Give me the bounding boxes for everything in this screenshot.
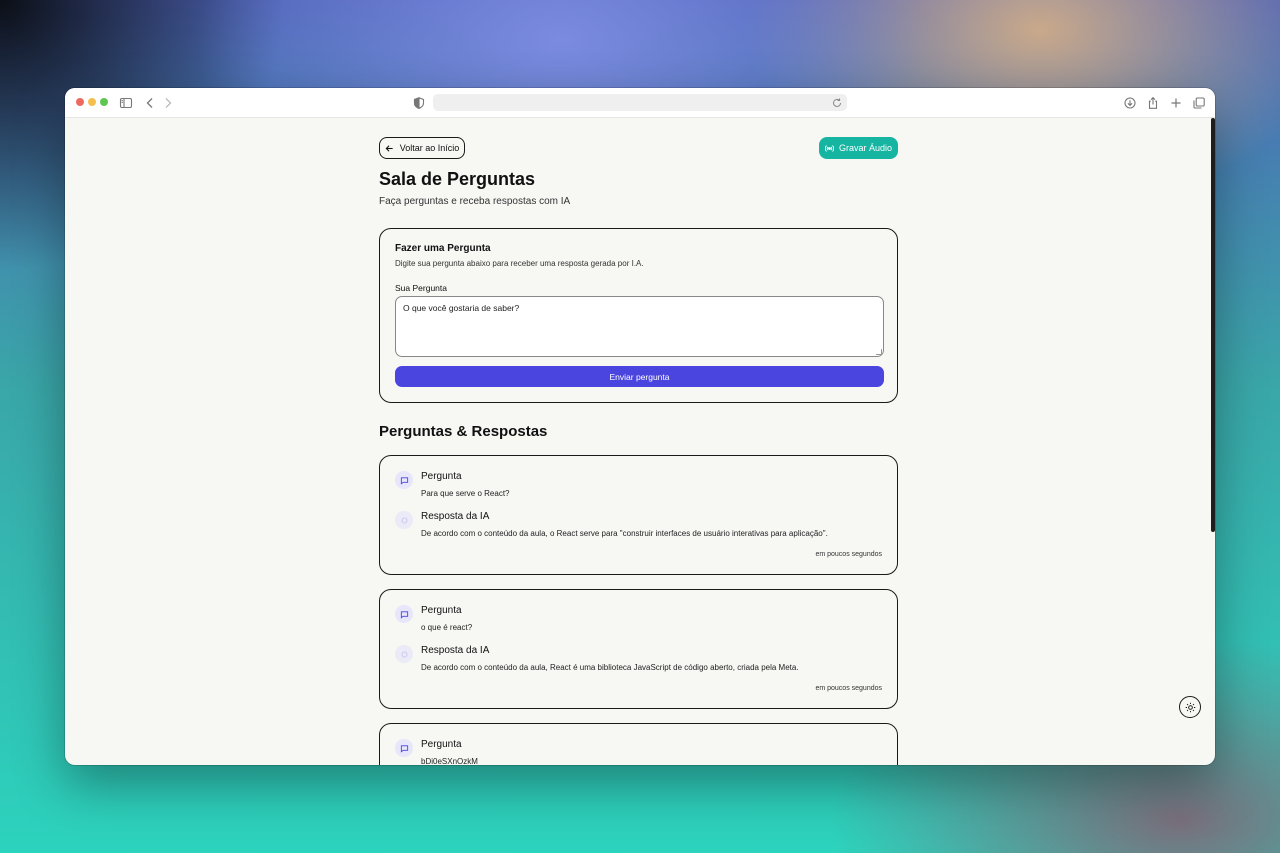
send-question-button[interactable]: Enviar pergunta	[395, 366, 884, 387]
close-window-button[interactable]	[76, 98, 84, 106]
textarea-resize-handle[interactable]	[876, 349, 882, 355]
browser-toolbar	[65, 88, 1215, 118]
reload-icon[interactable]	[831, 96, 843, 108]
qa-card: Pergunta Para que serve o React? Respost…	[379, 455, 898, 575]
ai-avatar-icon	[395, 511, 413, 529]
sun-icon	[1185, 702, 1195, 712]
arrow-left-icon	[385, 144, 393, 152]
message-square-icon	[395, 739, 413, 757]
ask-card-description: Digite sua pergunta abaixo para receber …	[395, 259, 644, 268]
back-to-home-button[interactable]: Voltar ao Início	[379, 137, 465, 159]
download-icon[interactable]	[1123, 96, 1137, 110]
message-square-icon	[395, 471, 413, 489]
sidebar-icon[interactable]	[119, 96, 133, 110]
answer-text: De acordo com o conteúdo da aula, React …	[421, 663, 799, 672]
page-content: Voltar ao Início Gravar Áudio Sala de Pe…	[65, 118, 1215, 765]
record-audio-label: Gravar Áudio	[838, 143, 893, 153]
browser-window: Voltar ao Início Gravar Áudio Sala de Pe…	[65, 88, 1215, 765]
question-text: bDi0eSXnOzkM	[421, 757, 478, 765]
answer-heading: Resposta da IA	[421, 511, 490, 522]
forward-icon[interactable]	[161, 96, 175, 110]
back-to-home-label: Voltar ao Início	[399, 143, 460, 153]
question-text: o que é react?	[421, 623, 473, 632]
theme-toggle-button[interactable]	[1179, 696, 1201, 718]
back-icon[interactable]	[143, 96, 157, 110]
radio-waves-icon	[824, 144, 834, 152]
privacy-shield-icon[interactable]	[412, 96, 426, 110]
qa-card: Pergunta bDi0eSXnOzkM	[379, 723, 898, 765]
qa-section-title: Perguntas & Respostas	[379, 423, 548, 440]
qa-card: Pergunta o que é react? Resposta da IA D…	[379, 589, 898, 709]
ask-question-card: Fazer uma Pergunta Digite sua pergunta a…	[379, 228, 898, 403]
record-audio-button[interactable]: Gravar Áudio	[819, 137, 898, 159]
page-title: Sala de Perguntas	[379, 169, 536, 189]
share-icon[interactable]	[1146, 96, 1160, 110]
ai-avatar-icon	[395, 645, 413, 663]
new-tab-icon[interactable]	[1169, 96, 1183, 110]
ask-card-title: Fazer uma Pergunta	[395, 243, 491, 254]
answer-heading: Resposta da IA	[421, 645, 490, 656]
answer-timestamp: em poucos segundos	[815, 685, 882, 692]
zoom-window-button[interactable]	[100, 98, 108, 106]
question-text: Para que serve o React?	[421, 489, 510, 498]
question-heading: Pergunta	[421, 605, 462, 616]
minimize-window-button[interactable]	[88, 98, 96, 106]
message-square-icon	[395, 605, 413, 623]
question-heading: Pergunta	[421, 471, 462, 482]
question-field-label: Sua Pergunta	[395, 283, 447, 293]
page-subtitle: Faça perguntas e receba respostas com IA	[379, 196, 571, 207]
answer-text: De acordo com o conteúdo da aula, o Reac…	[421, 529, 828, 538]
question-textarea[interactable]	[395, 296, 884, 357]
tabs-overview-icon[interactable]	[1192, 96, 1206, 110]
answer-timestamp: em poucos segundos	[815, 551, 882, 558]
question-heading: Pergunta	[421, 739, 462, 750]
address-bar[interactable]	[433, 94, 847, 111]
